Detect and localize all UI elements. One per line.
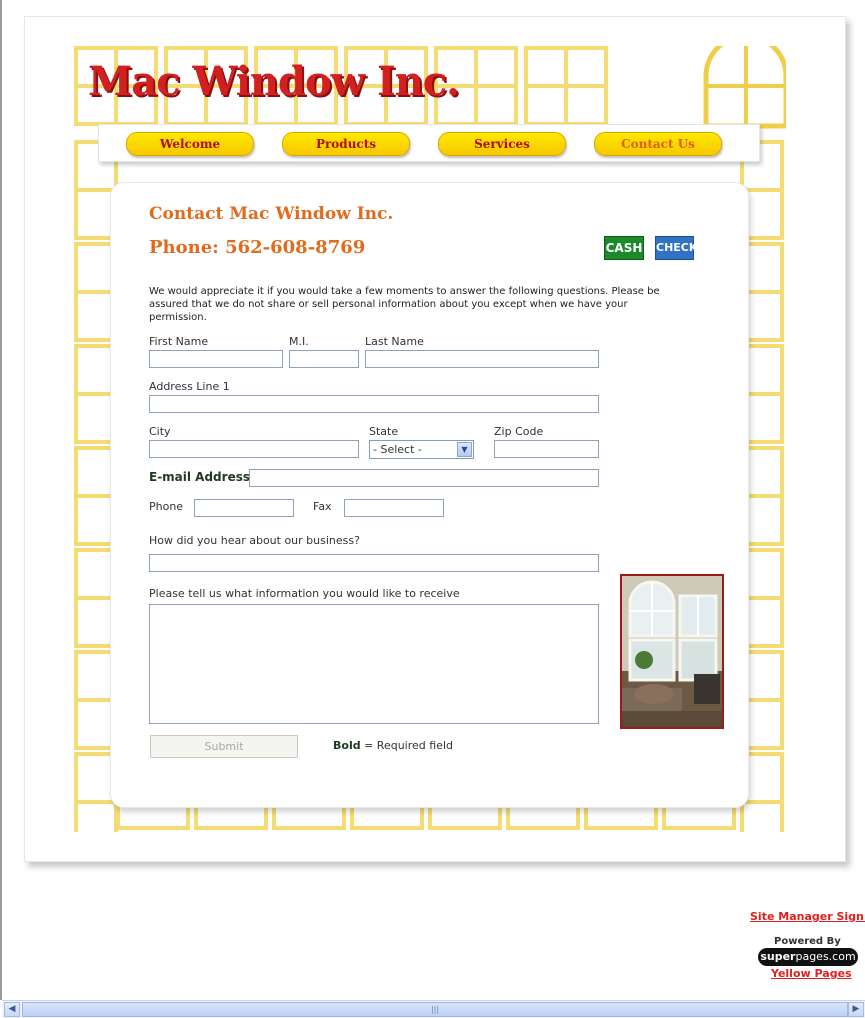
state-select-value: - Select - — [373, 443, 422, 456]
page-title: Contact Mac Window Inc. — [149, 204, 394, 224]
city-input[interactable] — [149, 440, 359, 458]
intro-text: We would appreciate it if you would take… — [149, 286, 660, 323]
site-manager-link[interactable]: Site Manager Sign In — [750, 910, 865, 923]
nav-products-button[interactable]: Products — [282, 132, 410, 156]
superpages-logo[interactable]: superpages.com — [758, 948, 858, 966]
window-left-border — [0, 0, 2, 1000]
fax-label: Fax — [313, 500, 332, 513]
horizontal-scrollbar[interactable]: ◀ ||| ▶ — [2, 1000, 865, 1018]
city-label: City — [149, 425, 171, 438]
address-label: Address Line 1 — [149, 380, 230, 393]
powered-by-label: Powered By — [774, 936, 841, 947]
chevron-down-icon[interactable]: ▼ — [457, 442, 472, 457]
first-name-input[interactable] — [149, 350, 283, 368]
cash-badge: CASH — [604, 236, 644, 260]
room-windows-photo — [620, 574, 724, 729]
scrollbar-thumb[interactable]: ||| — [22, 1002, 848, 1017]
referral-label: How did you hear about our business? — [149, 534, 360, 547]
legend-bold-word: Bold — [333, 739, 361, 752]
phone-input[interactable] — [194, 499, 294, 517]
info-request-textarea[interactable] — [149, 604, 599, 724]
state-label: State — [369, 425, 399, 438]
superpages-logo-part2: pages.com — [795, 950, 856, 963]
submit-button[interactable]: Submit — [150, 735, 298, 758]
phone-label: Phone — [149, 500, 184, 513]
scroll-right-icon[interactable]: ▶ — [848, 1002, 864, 1017]
last-name-label: Last Name — [365, 335, 424, 348]
superpages-logo-part1: super — [760, 950, 796, 963]
nav-welcome-button[interactable]: Welcome — [126, 132, 254, 156]
email-input[interactable] — [249, 469, 599, 487]
last-name-input[interactable] — [365, 350, 599, 368]
phone-heading: Phone: 562-608-8769 — [149, 237, 366, 258]
check-badge: CHECK — [655, 236, 697, 260]
zip-input[interactable] — [494, 440, 599, 458]
nav-contact-button[interactable]: Contact Us — [594, 132, 722, 156]
address-input[interactable] — [149, 395, 599, 413]
fax-input[interactable] — [344, 499, 444, 517]
site-logo[interactable]: Mac Window Inc. — [88, 58, 460, 105]
mi-label: M.I. — [289, 335, 309, 348]
yellow-pages-link[interactable]: Yellow Pages — [771, 967, 852, 980]
info-request-label: Please tell us what information you woul… — [149, 587, 460, 600]
main-nav: Welcome Products Services Contact Us — [98, 124, 760, 162]
required-legend: Bold = Required field — [333, 739, 453, 752]
mi-input[interactable] — [289, 350, 359, 368]
first-name-label: First Name — [149, 335, 209, 348]
zip-label: Zip Code — [494, 425, 544, 438]
referral-input[interactable] — [149, 554, 599, 572]
legend-text: = Required field — [360, 739, 453, 752]
state-select[interactable]: - Select - ▼ — [369, 440, 474, 459]
email-label: E-mail Address — [149, 470, 250, 484]
nav-services-button[interactable]: Services — [438, 132, 566, 156]
scroll-left-icon[interactable]: ◀ — [4, 1002, 20, 1017]
